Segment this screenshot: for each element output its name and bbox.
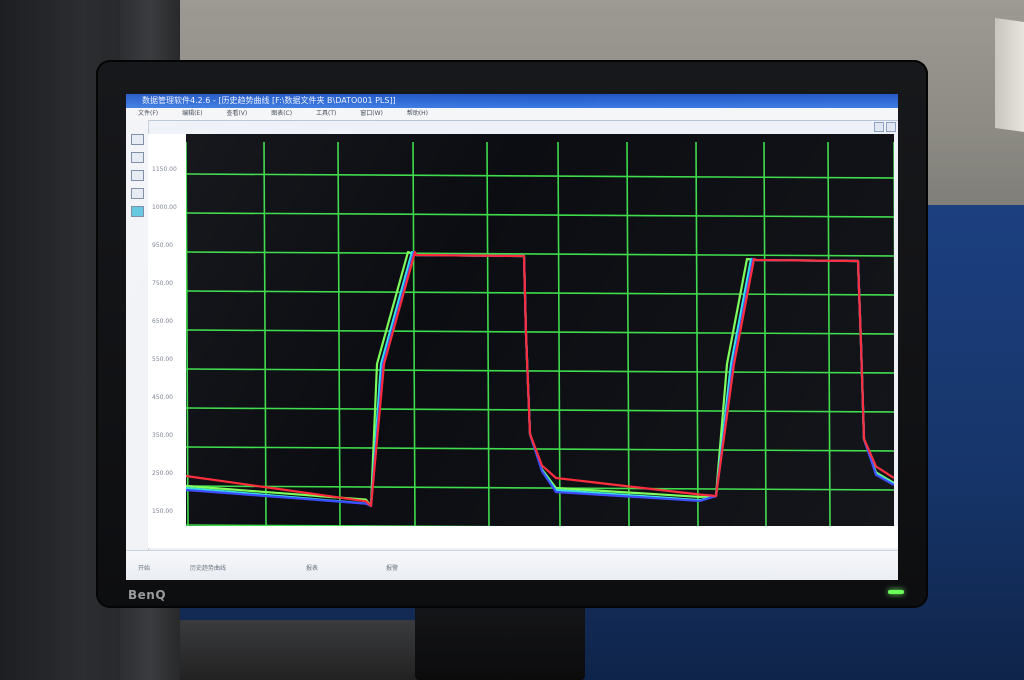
trend-chart-svg <box>186 141 894 526</box>
menu-item-chart[interactable]: 图表(C) <box>271 110 292 117</box>
left-toolbar <box>126 120 149 550</box>
minimize-icon[interactable] <box>874 122 884 132</box>
grid-line-vertical <box>695 141 699 526</box>
menu-item-file[interactable]: 文件(F) <box>138 110 158 117</box>
menu-bar: 文件(F) 编辑(E) 查看(V) 图表(C) 工具(T) 窗口(W) 帮助(H… <box>126 108 898 121</box>
grid-line-horizontal <box>186 212 894 218</box>
status-item-start[interactable]: 开始 <box>138 563 150 572</box>
grid-line-vertical <box>486 141 490 526</box>
y-tick-label: 150.00 <box>152 508 173 515</box>
y-tick-label: 650.00 <box>152 318 173 325</box>
grid-line-vertical <box>412 141 416 526</box>
y-tick-label: 450.00 <box>152 394 173 401</box>
grid-line-vertical <box>626 141 630 526</box>
desk-surface <box>180 620 430 680</box>
zoom-icon[interactable] <box>131 188 144 199</box>
grid-line-horizontal <box>186 446 894 452</box>
trend-line-2 <box>186 250 894 508</box>
grid-line-horizontal <box>186 368 894 374</box>
y-tick-label: 1000.00 <box>152 204 177 211</box>
grid-line-horizontal <box>186 485 894 491</box>
y-tick-label: 750.00 <box>152 280 173 287</box>
trend-chart[interactable] <box>186 134 894 526</box>
grid-line-horizontal <box>186 173 894 179</box>
open-icon[interactable] <box>131 134 144 145</box>
monitor-brand-logo: BenQ <box>128 588 167 602</box>
status-item-report[interactable]: 报表 <box>306 563 318 572</box>
y-tick-label: 1150.00 <box>152 166 177 173</box>
y-axis: 1150.00 1000.00 950.00 750.00 650.00 550.00 45… <box>148 134 186 534</box>
y-tick-label: 950.00 <box>152 242 173 249</box>
y-tick-label: 550.00 <box>152 356 173 363</box>
y-tick-label: 250.00 <box>152 470 173 477</box>
grid-line-horizontal <box>186 290 894 296</box>
grid-line-vertical <box>263 141 267 526</box>
close-icon[interactable] <box>886 122 896 132</box>
grid-line-horizontal <box>186 251 894 257</box>
monitor-stand <box>415 598 585 680</box>
status-item-trend[interactable]: 历史趋势曲线 <box>190 563 226 572</box>
monitor-screen: 数据管理软件4.2.6 - [历史趋势曲线 [F:\数据文件夹 B\DATO00… <box>126 94 898 580</box>
status-item-alarm[interactable]: 报警 <box>386 563 398 572</box>
y-tick-label: 350.00 <box>152 432 173 439</box>
grid-line-vertical <box>337 141 341 526</box>
menu-item-help[interactable]: 帮助(H) <box>407 110 428 117</box>
grid-line-vertical <box>557 141 561 526</box>
menu-item-tools[interactable]: 工具(T) <box>316 110 336 117</box>
wall-bracket <box>995 17 1024 133</box>
grid-line-vertical <box>186 141 189 526</box>
power-indicator-icon[interactable] <box>888 590 904 594</box>
window-title: 数据管理软件4.2.6 - [历史趋势曲线 [F:\数据文件夹 B\DATO00… <box>126 94 898 108</box>
status-bar: 开始 历史趋势曲线 报表 报警 <box>126 550 898 580</box>
grid-line-horizontal <box>186 329 894 335</box>
menu-item-edit[interactable]: 编辑(E) <box>182 110 202 117</box>
save-icon[interactable] <box>131 152 144 163</box>
menu-item-view[interactable]: 查看(V) <box>226 110 247 117</box>
print-icon[interactable] <box>131 170 144 181</box>
grid-line-horizontal <box>186 407 894 413</box>
cursor-icon[interactable] <box>131 206 144 217</box>
x-axis <box>148 526 898 548</box>
menu-item-window[interactable]: 窗口(W) <box>360 110 383 117</box>
